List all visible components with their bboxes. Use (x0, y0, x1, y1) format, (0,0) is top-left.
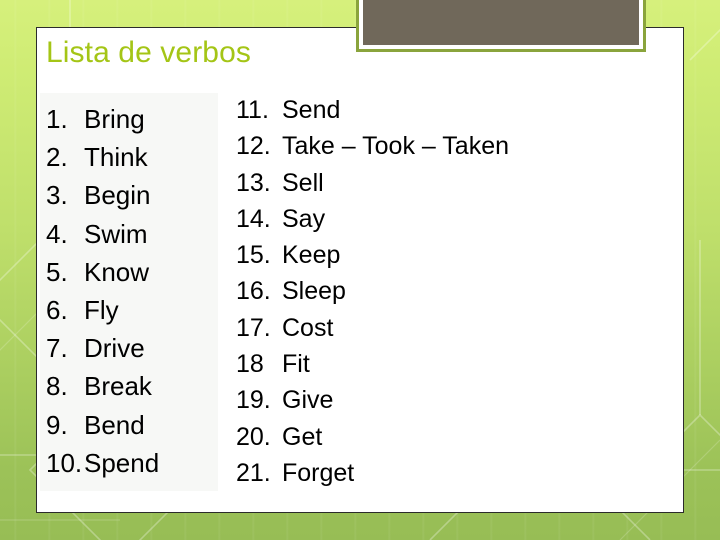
list-item-number: 17. (236, 313, 271, 342)
list-item-word: Drive (84, 333, 145, 364)
list-item-word: Bring (84, 104, 145, 134)
list-item-number: 6. (46, 295, 68, 326)
list-item-word: Sleep (282, 277, 346, 306)
list-item: 5. Know (46, 253, 226, 291)
list-item: 10. Spend (46, 444, 226, 482)
list-item-number: 8. (46, 371, 68, 402)
list-item: 9. Bend (46, 406, 226, 444)
list-item-word: Get (282, 422, 323, 451)
list-item: 7. Drive (46, 329, 226, 367)
list-item-word: Sell (282, 168, 324, 197)
list-item: 8. Break (46, 367, 226, 405)
list-item-word: Break (84, 371, 152, 402)
list-item-word: Fit (282, 350, 310, 379)
list-item: 14. Say (236, 201, 676, 237)
list-item-number: 9. (46, 409, 68, 440)
list-item: 21. Forget (236, 455, 676, 491)
list-item-number: 10. (46, 447, 83, 478)
list-item: 12. Take – Took – Taken (236, 128, 676, 164)
list-item: 19. Give (236, 382, 676, 418)
list-item-word: Give (282, 386, 334, 415)
list-item: 13. Sell (236, 165, 676, 201)
verb-list-right: 11. Send 12. Take – Took – Taken 13. Sel… (236, 92, 676, 491)
list-item-number: 5. (46, 256, 68, 287)
list-item-number: 19. (236, 386, 271, 415)
list-item: 4. Swim (46, 215, 226, 253)
list-item: 15. Keep (236, 237, 676, 273)
list-item-word: Know (84, 256, 150, 287)
page-title: Lista de verbos (46, 36, 251, 69)
list-item-word: Think (84, 142, 148, 173)
decorative-brown-block-fill (363, 0, 639, 45)
list-item-word: Keep (282, 241, 341, 270)
list-item-word: Bend (84, 409, 145, 440)
list-item: 1. Bring (46, 100, 226, 138)
list-item-word: Fly (84, 295, 119, 326)
list-item: 20. Get (236, 419, 676, 455)
list-item-word: Take – Took – Taken (282, 132, 510, 161)
list-item-word: Swim (84, 218, 148, 249)
slide: Lista de verbos 1. Bring 2. Think 3. Beg… (0, 0, 720, 540)
list-item-number: 2. (46, 142, 68, 173)
list-item-word: Spend (84, 447, 160, 478)
list-item: 2. Think (46, 138, 226, 176)
list-item: 17. Cost (236, 310, 676, 346)
list-item: 18 Fit (236, 346, 676, 382)
list-item-word: Say (282, 204, 326, 233)
list-item: 6. Fly (46, 291, 226, 329)
list-item-number: 20. (236, 422, 271, 451)
list-item-word: Cost (282, 313, 334, 342)
list-item-number: 13. (236, 168, 271, 197)
list-item-number: 18 (236, 350, 264, 379)
verb-list-left: 1. Bring 2. Think 3. Begin 4. Swim 5. Kn… (46, 100, 226, 482)
list-item-number: 14. (236, 204, 271, 233)
list-item-number: 1. (46, 104, 68, 134)
list-item: 16. Sleep (236, 273, 676, 309)
list-item-number: 11. (236, 96, 269, 124)
list-item: 3. Begin (46, 176, 226, 214)
list-item-word: Begin (84, 180, 151, 211)
list-item-number: 4. (46, 218, 68, 249)
decorative-brown-block (356, 0, 646, 52)
list-item-number: 16. (236, 277, 271, 306)
list-item-number: 3. (46, 180, 68, 211)
list-item: 11. Send (236, 92, 676, 128)
list-item-number: 7. (46, 333, 68, 364)
list-item-word: Send (282, 96, 341, 124)
list-item-word: Forget (282, 458, 355, 487)
list-item-number: 15. (236, 241, 271, 270)
list-item-number: 21. (236, 458, 271, 487)
list-item-number: 12. (236, 132, 271, 161)
